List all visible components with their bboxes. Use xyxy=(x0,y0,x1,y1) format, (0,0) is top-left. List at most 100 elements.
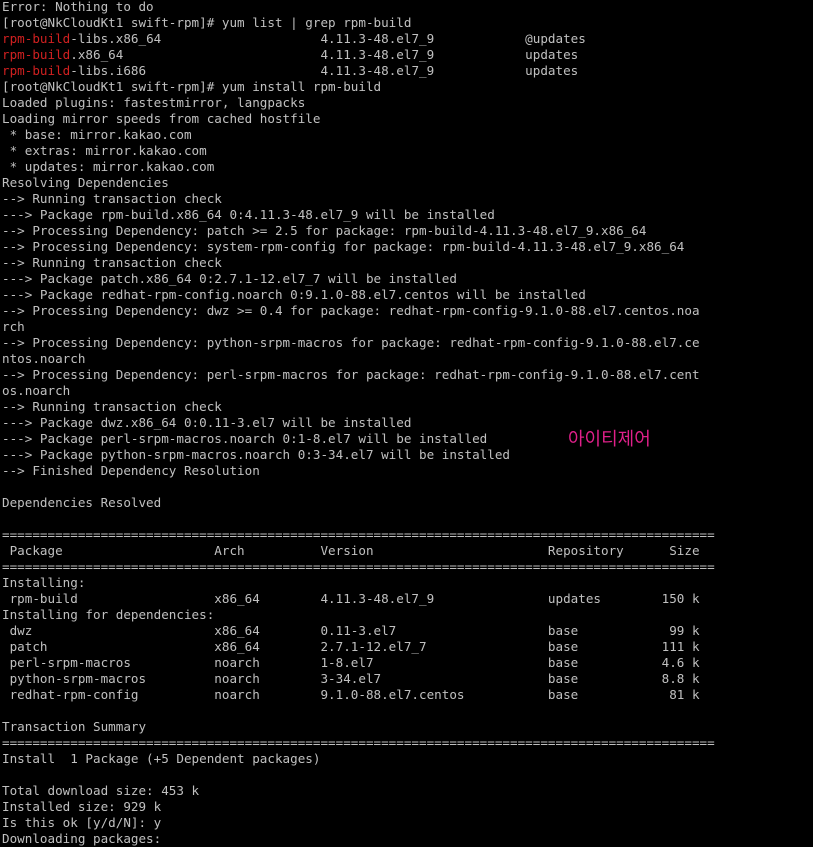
terminal-line-text: patch x86_64 2.7.1-12.el7_7 base 111 k xyxy=(2,639,700,654)
terminal-line: * base: mirror.kakao.com xyxy=(2,127,813,143)
terminal-line: Resolving Dependencies xyxy=(2,175,813,191)
terminal-line: --> Running transaction check xyxy=(2,191,813,207)
watermark-text: 아이티제어 xyxy=(568,429,651,450)
terminal-line: ---> Package python-srpm-macros.noarch 0… xyxy=(2,447,813,463)
terminal-line-text: os.noarch xyxy=(2,383,71,398)
terminal-line: Downloading packages: xyxy=(2,831,813,847)
terminal-line-text: ---> Package redhat-rpm-config.noarch 0:… xyxy=(2,287,586,302)
terminal-line-text: ---> Package patch.x86_64 0:2.7.1-12.el7… xyxy=(2,271,457,286)
terminal-line-text: ---> Package python-srpm-macros.noarch 0… xyxy=(2,447,510,462)
terminal-line-text: Downloading packages: xyxy=(2,831,162,846)
terminal-line: ========================================… xyxy=(2,527,813,543)
terminal-line: ---> Package dwz.x86_64 0:0.11-3.el7 wil… xyxy=(2,415,813,431)
terminal-line-text: Installing: xyxy=(2,575,86,590)
terminal-line: * updates: mirror.kakao.com xyxy=(2,159,813,175)
terminal-line: --> Processing Dependency: dwz >= 0.4 fo… xyxy=(2,303,813,319)
terminal-line-text: rch xyxy=(2,319,25,334)
terminal-line: Installed size: 929 k xyxy=(2,799,813,815)
terminal-line: Installing: xyxy=(2,575,813,591)
terminal-line: Transaction Summary xyxy=(2,719,813,735)
terminal-line-text: * base: mirror.kakao.com xyxy=(2,127,192,142)
terminal-line: rpm-build.x86_64 4.11.3-48.el7_9 updates xyxy=(2,47,813,63)
terminal-output[interactable]: Error: Nothing to do [root@NkCloudKt1 swi… xyxy=(2,0,813,847)
terminal-line-text: rpm-build x86_64 4.11.3-48.el7_9 updates… xyxy=(2,591,700,606)
terminal-line: Installing for dependencies: xyxy=(2,607,813,623)
terminal-line: * extras: mirror.kakao.com xyxy=(2,143,813,159)
terminal-line: Total download size: 453 k xyxy=(2,783,813,799)
terminal-line-text: Install 1 Package (+5 Dependent packages… xyxy=(2,751,321,766)
terminal-line-text: [root@NkCloudKt1 swift-rpm]# yum list | … xyxy=(2,15,412,30)
terminal-line-text: ========================================… xyxy=(2,735,715,750)
terminal-line: dwz x86_64 0.11-3.el7 base 99 k xyxy=(2,623,813,639)
terminal-line: rch xyxy=(2,319,813,335)
terminal-line: os.noarch xyxy=(2,383,813,399)
terminal-line-text: perl-srpm-macros noarch 1-8.el7 base 4.6… xyxy=(2,655,700,670)
terminal-line: ---> Package redhat-rpm-config.noarch 0:… xyxy=(2,287,813,303)
terminal-line-text: python-srpm-macros noarch 3-34.el7 base … xyxy=(2,671,700,686)
terminal-line-text: --> Finished Dependency Resolution xyxy=(2,463,260,478)
terminal-line: Install 1 Package (+5 Dependent packages… xyxy=(2,751,813,767)
terminal-line-text: Loaded plugins: fastestmirror, langpacks xyxy=(2,95,306,110)
terminal-line-text: redhat-rpm-config noarch 9.1.0-88.el7.ce… xyxy=(2,687,700,702)
terminal-line: ---> Package rpm-build.x86_64 0:4.11.3-4… xyxy=(2,207,813,223)
highlighted-match: rpm-build xyxy=(2,47,71,62)
terminal-line-text: Total download size: 453 k xyxy=(2,783,200,798)
highlighted-match: rpm-build xyxy=(2,31,71,46)
terminal-line: [root@NkCloudKt1 swift-rpm]# yum list | … xyxy=(2,15,813,31)
terminal-line: --> Processing Dependency: system-rpm-co… xyxy=(2,239,813,255)
terminal-line: ========================================… xyxy=(2,735,813,751)
terminal-line: perl-srpm-macros noarch 1-8.el7 base 4.6… xyxy=(2,655,813,671)
highlighted-match: rpm-build xyxy=(2,63,71,78)
terminal-line-text: Installed size: 929 k xyxy=(2,799,162,814)
terminal-line-text: ---> Package rpm-build.x86_64 0:4.11.3-4… xyxy=(2,207,495,222)
terminal-line-text: Resolving Dependencies xyxy=(2,175,169,190)
terminal-line-text: -libs.x86_64 4.11.3-48.el7_9 @updates xyxy=(70,31,586,46)
terminal-line: redhat-rpm-config noarch 9.1.0-88.el7.ce… xyxy=(2,687,813,703)
terminal-line-text: -libs.i686 4.11.3-48.el7_9 updates xyxy=(70,63,579,78)
terminal-line-text: ---> Package perl-srpm-macros.noarch 0:1… xyxy=(2,431,488,446)
terminal-line: Package Arch Version Repository Size xyxy=(2,543,813,559)
terminal-line: Dependencies Resolved xyxy=(2,495,813,511)
terminal-line: rpm-build-libs.i686 4.11.3-48.el7_9 upda… xyxy=(2,63,813,79)
terminal-line-text: --> Processing Dependency: patch >= 2.5 … xyxy=(2,223,647,238)
terminal-line-text: ntos.noarch xyxy=(2,351,86,366)
terminal-line: --> Processing Dependency: python-srpm-m… xyxy=(2,335,813,351)
terminal-line: rpm-build-libs.x86_64 4.11.3-48.el7_9 @u… xyxy=(2,31,813,47)
terminal-line-text: --> Processing Dependency: perl-srpm-mac… xyxy=(2,367,700,382)
terminal-line: ========================================… xyxy=(2,559,813,575)
terminal-line-text: .x86_64 4.11.3-48.el7_9 updates xyxy=(70,47,579,62)
terminal-line: Is this ok [y/d/N]: y xyxy=(2,815,813,831)
terminal-line-text: ========================================… xyxy=(2,527,715,542)
terminal-line-text: Error: Nothing to do xyxy=(2,0,154,14)
terminal-line-text: --> Running transaction check xyxy=(2,399,222,414)
terminal-line: python-srpm-macros noarch 3-34.el7 base … xyxy=(2,671,813,687)
terminal-line-text: Transaction Summary xyxy=(2,719,147,734)
terminal-line: Loaded plugins: fastestmirror, langpacks xyxy=(2,95,813,111)
terminal-line: --> Processing Dependency: patch >= 2.5 … xyxy=(2,223,813,239)
terminal-line-text: Loading mirror speeds from cached hostfi… xyxy=(2,111,321,126)
terminal-line: --> Running transaction check xyxy=(2,255,813,271)
terminal-line-text: --> Processing Dependency: system-rpm-co… xyxy=(2,239,685,254)
terminal-line-text: [root@NkCloudKt1 swift-rpm]# yum install… xyxy=(2,79,382,94)
terminal-line: --> Running transaction check xyxy=(2,399,813,415)
terminal-line: Loading mirror speeds from cached hostfi… xyxy=(2,111,813,127)
terminal-line-text: * updates: mirror.kakao.com xyxy=(2,159,215,174)
terminal-line-text: --> Running transaction check xyxy=(2,255,222,270)
terminal-line-text: ========================================… xyxy=(2,559,715,574)
terminal-line: --> Processing Dependency: perl-srpm-mac… xyxy=(2,367,813,383)
terminal-line: --> Finished Dependency Resolution xyxy=(2,463,813,479)
terminal-line-text: --> Processing Dependency: python-srpm-m… xyxy=(2,335,700,350)
terminal-line-text: dwz x86_64 0.11-3.el7 base 99 k xyxy=(2,623,700,638)
terminal-line: Error: Nothing to do xyxy=(2,0,813,15)
terminal-line: ---> Package patch.x86_64 0:2.7.1-12.el7… xyxy=(2,271,813,287)
terminal-line: rpm-build x86_64 4.11.3-48.el7_9 updates… xyxy=(2,591,813,607)
terminal-line: patch x86_64 2.7.1-12.el7_7 base 111 k xyxy=(2,639,813,655)
terminal-line-text: --> Processing Dependency: dwz >= 0.4 fo… xyxy=(2,303,700,318)
terminal-line-text: Package Arch Version Repository Size xyxy=(2,543,700,558)
terminal-line-text: ---> Package dwz.x86_64 0:0.11-3.el7 wil… xyxy=(2,415,412,430)
terminal-line-text: Installing for dependencies: xyxy=(2,607,215,622)
terminal-line-text: * extras: mirror.kakao.com xyxy=(2,143,207,158)
